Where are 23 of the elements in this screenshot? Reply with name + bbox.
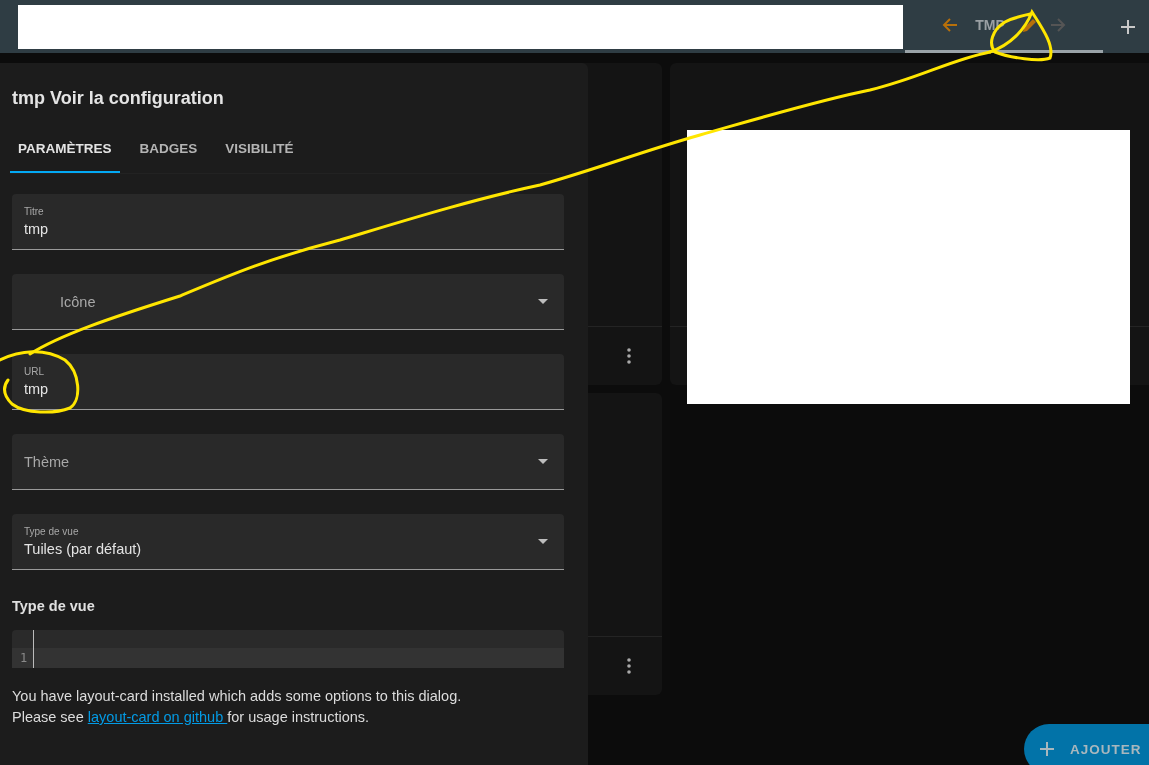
pencil-icon[interactable] (1020, 16, 1039, 34)
code-editor[interactable]: 1 (12, 630, 564, 668)
info-text: You have layout-card installed which adds some options to this dialog. Please see layout-card on github for usage instructions. (12, 687, 463, 727)
tab[interactable]: VISIBILITÉ (217, 127, 302, 173)
select-field[interactable]: Thème (12, 434, 564, 490)
input-field[interactable]: URL tmp (12, 354, 564, 410)
dropdown-caret-icon (538, 459, 548, 464)
back-arrow-icon[interactable] (941, 16, 960, 34)
select-field[interactable]: Type de vue Tuiles (par défaut) (12, 514, 564, 570)
line-number: 1 (19, 651, 29, 665)
section-label: Type de vue (12, 598, 96, 614)
github-link[interactable]: layout-card on github (87, 709, 228, 725)
plus-icon (1040, 742, 1054, 756)
more-options-icon[interactable] (627, 658, 631, 674)
dialog-title: tmp Voir la configuration (12, 88, 225, 109)
dropdown-caret-icon (538, 299, 548, 304)
select-field[interactable]: Icône (12, 274, 564, 330)
input-field[interactable]: Titre tmp (12, 194, 564, 250)
dropdown-caret-icon (538, 539, 548, 544)
more-options-icon[interactable] (627, 348, 631, 364)
add-icon[interactable] (1120, 18, 1136, 35)
tab[interactable]: PARAMÈTRES (10, 127, 120, 173)
tab[interactable]: BADGES (131, 127, 206, 173)
